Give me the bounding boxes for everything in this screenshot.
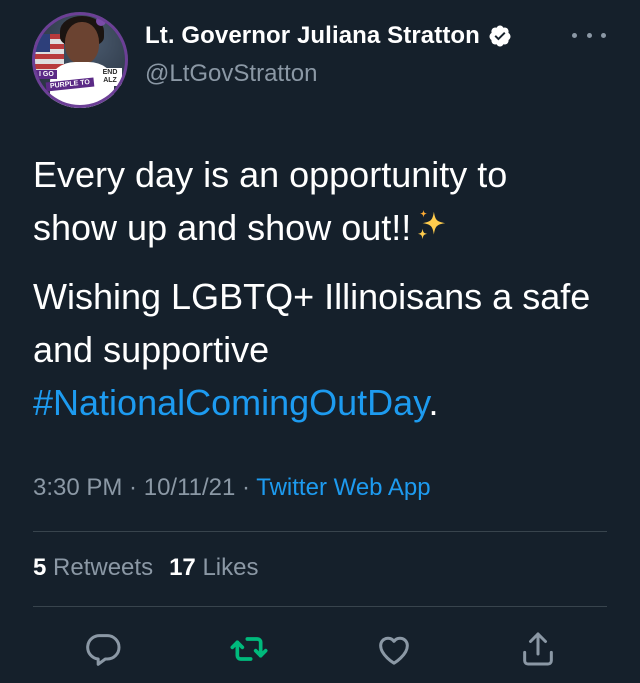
hashtag-link[interactable]: #NationalComingOutDay <box>33 382 429 423</box>
share-icon <box>523 632 553 666</box>
retweets-label: Retweets <box>53 554 154 581</box>
more-dots-icon[interactable] <box>572 26 606 44</box>
tweet-stats: 5 Retweets 17 Likes <box>33 554 258 582</box>
more-dot <box>601 32 606 38</box>
like-button[interactable] <box>373 628 415 670</box>
author-display-name[interactable]: Lt. Governor Juliana Stratton <box>145 22 480 50</box>
tweet-paragraph-1: Every day is an opportunity to show up a… <box>33 148 593 254</box>
more-dot <box>572 32 577 38</box>
likes-count: 17 <box>169 554 196 581</box>
verified-badge-icon <box>489 25 511 47</box>
tweet-line-2-suffix: . <box>428 382 439 423</box>
author-avatar[interactable]: I GO PURPLE TO END ALZ <box>32 12 128 108</box>
avatar-ring <box>32 12 128 108</box>
tweet-date[interactable]: 10/11/21 <box>144 474 236 501</box>
heart-icon <box>379 636 409 665</box>
tweet-header: I GO PURPLE TO END ALZ Lt. Governor Juli… <box>32 12 608 108</box>
divider <box>33 606 607 607</box>
meta-separator: · <box>122 474 144 501</box>
reply-button[interactable] <box>83 628 125 670</box>
tweet-actions <box>83 628 559 670</box>
likes-stat[interactable]: 17 Likes <box>169 554 258 581</box>
tweet-source-link[interactable]: Twitter Web App <box>256 474 430 501</box>
tweet-metadata: 3:30 PM · 10/11/21 · Twitter Web App <box>33 474 431 502</box>
retweet-button[interactable] <box>228 628 270 670</box>
share-button[interactable] <box>517 628 559 670</box>
tweet-time[interactable]: 3:30 PM <box>33 474 122 501</box>
likes-label: Likes <box>202 554 259 581</box>
retweets-stat[interactable]: 5 Retweets <box>33 554 153 581</box>
meta-separator: · <box>235 474 257 501</box>
retweets-count: 5 <box>33 554 47 581</box>
tweet-text: Every day is an opportunity to show up a… <box>33 148 593 429</box>
divider <box>33 531 607 532</box>
tweet-paragraph-2: Wishing LGBTQ+ Illinoisans a safe and su… <box>33 270 593 429</box>
sparkles-icon <box>418 209 446 240</box>
more-dot <box>586 32 592 38</box>
tweet-line-2: Wishing LGBTQ+ Illinoisans a safe and su… <box>33 276 591 370</box>
name-row: Lt. Governor Juliana Stratton <box>145 22 512 50</box>
reply-icon <box>86 634 121 666</box>
author-handle[interactable]: @LtGovStratton <box>145 60 317 88</box>
retweet-icon <box>230 637 268 661</box>
